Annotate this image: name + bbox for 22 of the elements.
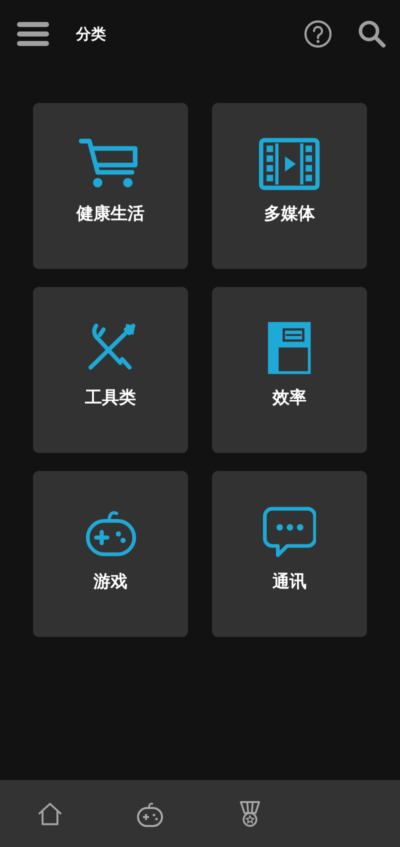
category-tile[interactable]: 多媒体 — [212, 103, 367, 269]
category-tile[interactable]: 健康生活 — [33, 103, 188, 269]
category-label: 通讯 — [272, 571, 306, 593]
page-title: 分类 — [76, 24, 106, 44]
category-tile[interactable]: 游戏 — [33, 471, 188, 637]
category-label: 游戏 — [94, 571, 128, 593]
home-icon[interactable] — [37, 800, 63, 826]
category-tile[interactable]: 通讯 — [212, 471, 367, 637]
category-label: 多媒体 — [264, 203, 315, 225]
category-label: 健康生活 — [76, 203, 144, 225]
category-tile[interactable]: 效率 — [212, 287, 367, 453]
medal-icon[interactable] — [239, 800, 261, 828]
notebook-icon — [268, 322, 311, 374]
search-icon[interactable] — [358, 20, 386, 48]
category-label: 效率 — [272, 387, 306, 409]
category-label: 工具类 — [85, 387, 136, 409]
chat-icon — [262, 506, 316, 558]
menu-icon[interactable] — [17, 22, 49, 46]
help-icon[interactable] — [304, 20, 332, 48]
video-icon — [259, 138, 320, 190]
category-tile[interactable]: 工具类 — [33, 287, 188, 453]
gamepad-icon[interactable] — [136, 800, 164, 828]
